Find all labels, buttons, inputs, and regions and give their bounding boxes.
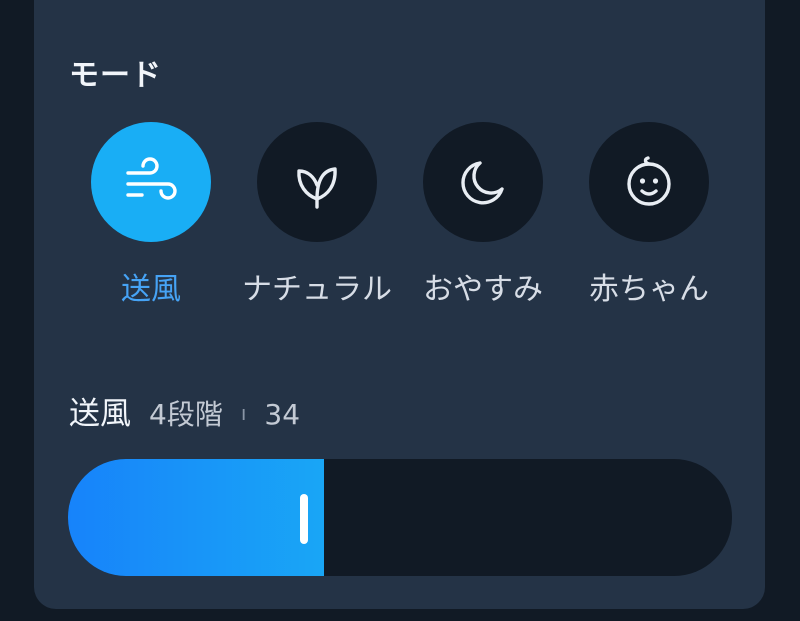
mode-option-fan[interactable]: 送風 (66, 122, 236, 308)
mode-button-natural[interactable] (257, 122, 377, 242)
level-separator: ı (240, 401, 247, 425)
mode-option-natural[interactable]: ナチュラル (232, 122, 402, 308)
level-readout: 送風 4段階 ı 34 (69, 388, 300, 433)
mode-button-sleep[interactable] (423, 122, 543, 242)
fan-level-slider[interactable] (68, 459, 732, 576)
level-value: 34 (264, 398, 301, 431)
leaf-icon (297, 167, 337, 209)
mode-option-sleep[interactable]: おやすみ (398, 122, 568, 308)
level-step-count: 4段階 (149, 398, 223, 431)
mode-label-baby: 赤ちゃん (589, 272, 709, 307)
mode-label-sleep: おやすみ (423, 272, 543, 307)
slider-handle[interactable] (299, 494, 308, 544)
mode-button-baby[interactable] (589, 122, 709, 242)
mode-selector: 送風 ナチュラル おやすみ 赤ちゃん (0, 0, 800, 320)
mode-button-fan[interactable] (91, 122, 211, 242)
mode-option-baby[interactable]: 赤ちゃん (564, 122, 734, 308)
slider-fill (68, 459, 324, 576)
level-mode-name: 送風 (69, 396, 131, 432)
mode-label-fan: 送風 (121, 272, 181, 307)
baby-face-icon (627, 156, 671, 206)
mode-label-natural: ナチュラル (242, 272, 392, 307)
moon-icon (461, 161, 504, 205)
wind-icon (126, 157, 177, 200)
